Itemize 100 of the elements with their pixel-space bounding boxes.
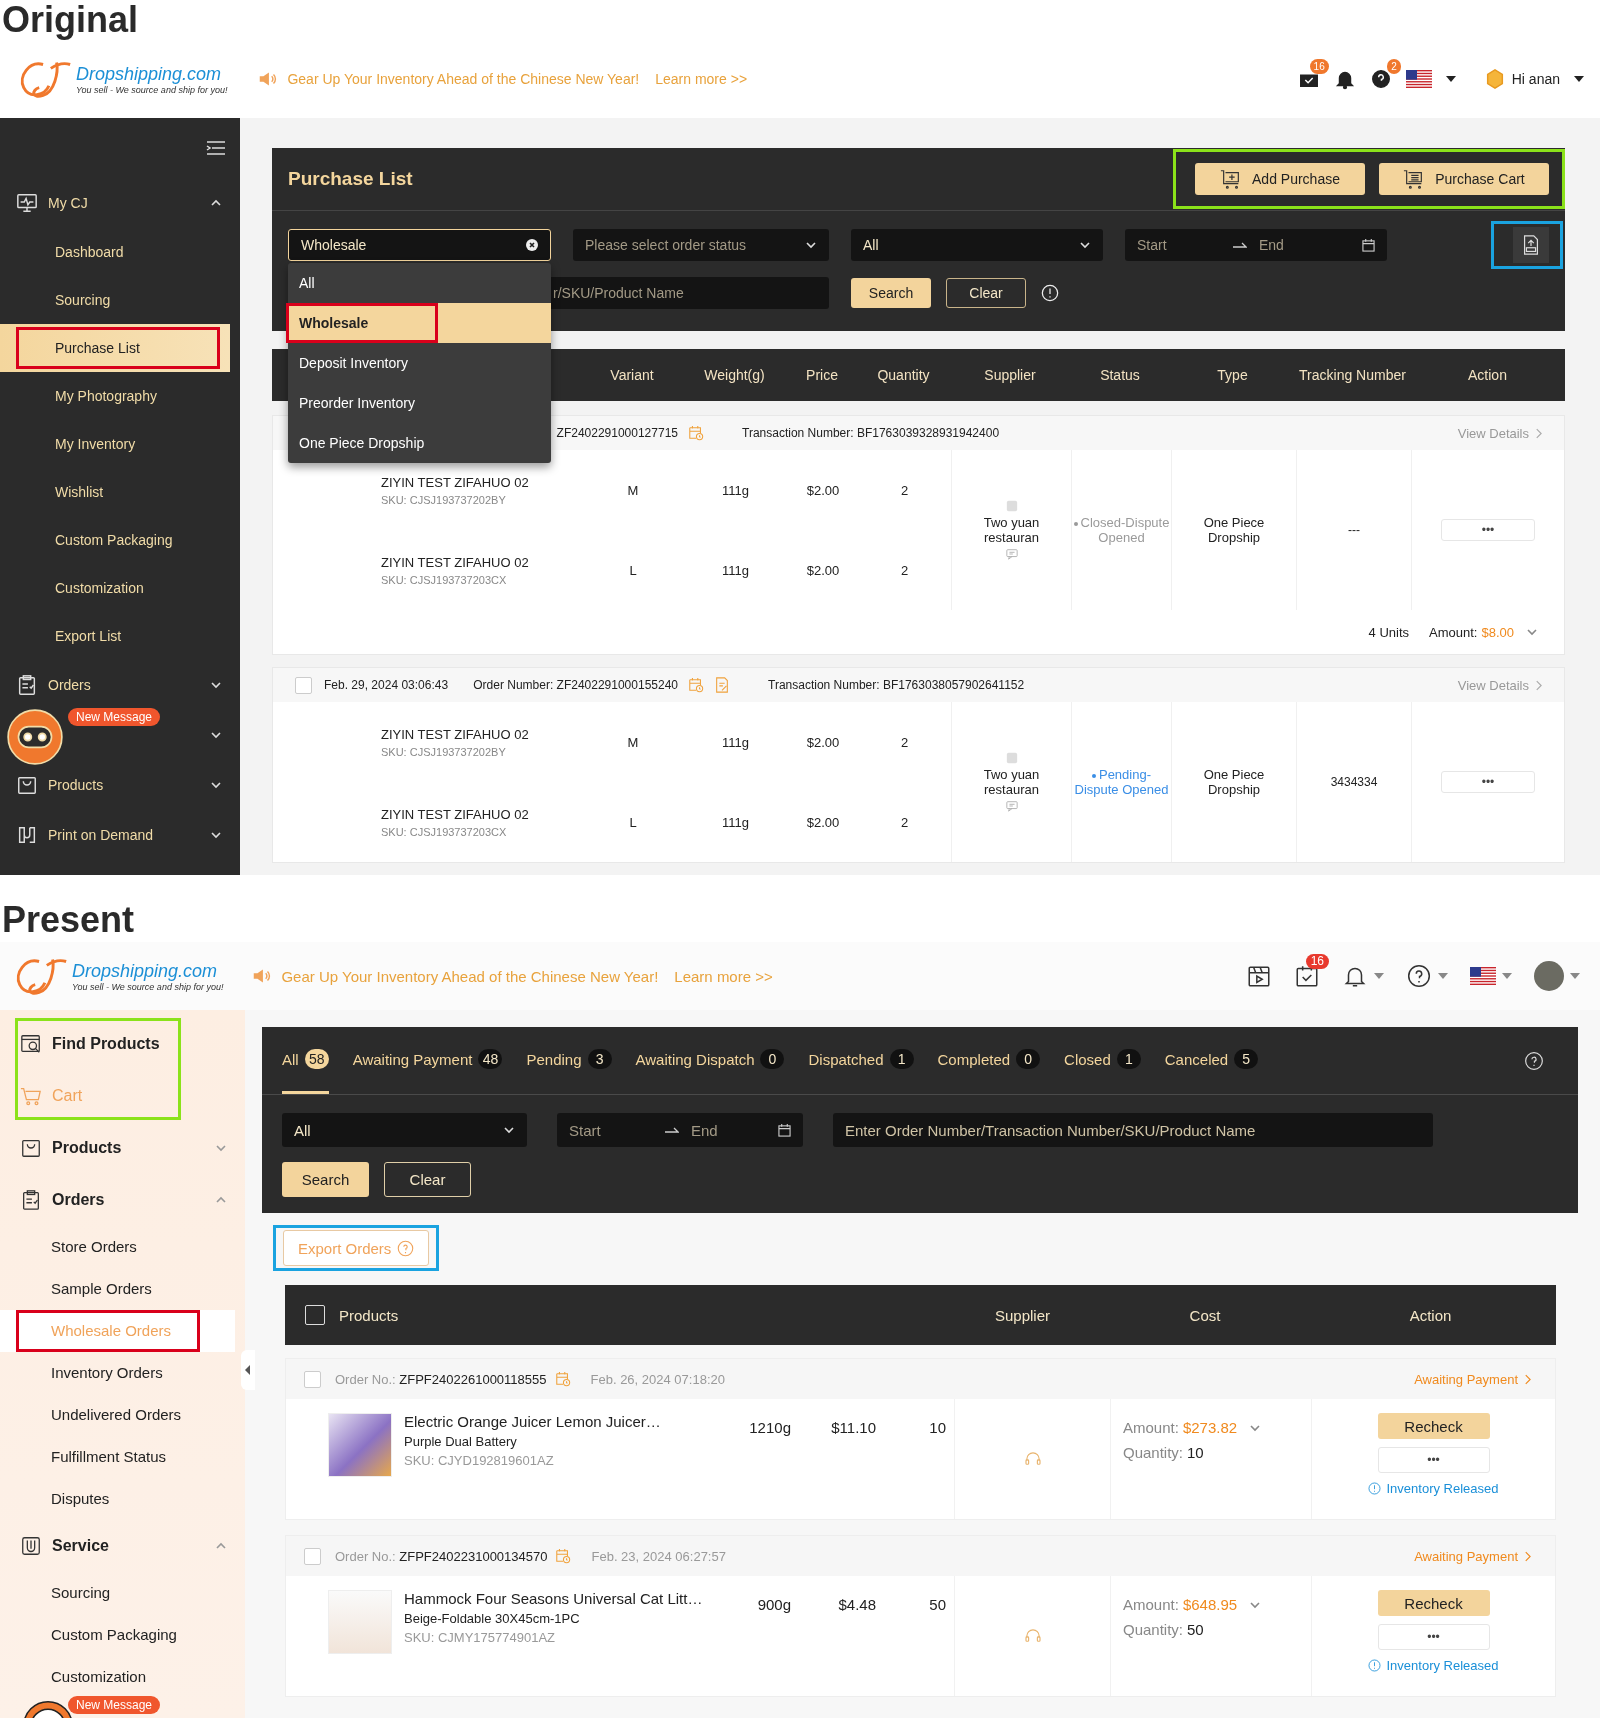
search-field[interactable]: Enter Order Number/Transaction Number/SKU/Product Name: [833, 1113, 1433, 1147]
sidebar-item[interactable]: Inventory Orders: [0, 1352, 235, 1394]
search-button[interactable]: Search: [851, 278, 931, 308]
dropdown-option[interactable]: Preorder Inventory: [288, 383, 551, 423]
sidebar-item[interactable]: Sourcing: [0, 1572, 235, 1614]
status-tab[interactable]: Completed 0: [937, 1027, 1041, 1094]
more-button[interactable]: •••: [1441, 519, 1535, 541]
chevron-right-icon: [1524, 1550, 1531, 1562]
clear-icon[interactable]: [526, 239, 538, 251]
checkbox[interactable]: [304, 1547, 321, 1565]
sidebar-item[interactable]: Sample Orders: [0, 1268, 235, 1310]
product-name: ZIYIN TEST ZIFAHUO 02: [381, 726, 530, 742]
help-icon[interactable]: [1406, 963, 1432, 989]
avatar[interactable]: [1534, 961, 1564, 991]
quantity-value: 50: [1187, 1621, 1204, 1638]
column-header: Quantity: [876, 367, 931, 383]
status-tab[interactable]: Pending 3: [526, 1027, 612, 1094]
sidebar-item[interactable]: My Photography: [0, 372, 230, 420]
status-tab[interactable]: Canceled 5: [1164, 1027, 1259, 1094]
sidebar-item[interactable]: Products: [0, 760, 240, 810]
sidebar-item[interactable]: Custom Packaging: [0, 1614, 235, 1656]
table-cell-text: 1210g: [748, 1418, 791, 1438]
status-tab[interactable]: Awaiting Dispatch 0: [635, 1027, 785, 1094]
announcement-text: Gear Up Your Inventory Ahead of the Chinese New Year!: [281, 967, 659, 985]
more-button[interactable]: •••: [1441, 771, 1535, 793]
status-tab[interactable]: Awaiting Payment 48: [352, 1027, 503, 1094]
more-button[interactable]: •••: [1377, 1447, 1490, 1473]
amount-value: $8.00: [1481, 624, 1514, 640]
info-icon[interactable]: [1041, 284, 1059, 302]
monitor-icon: [16, 192, 38, 214]
count-badge: 1: [889, 1049, 914, 1069]
clear-button[interactable]: Clear: [946, 278, 1026, 308]
sidebar-item[interactable]: Fulfillment Status: [0, 1436, 235, 1478]
search-icon: [20, 1033, 42, 1055]
sidebar-item[interactable]: Disputes: [0, 1478, 235, 1520]
collapse-handle[interactable]: [241, 1350, 255, 1390]
sidebar-item[interactable]: Print on Demand: [0, 810, 240, 860]
type-select[interactable]: Wholesale: [288, 229, 551, 261]
dropdown-option[interactable]: Wholesale: [288, 303, 551, 343]
sidebar-item[interactable]: My CJ: [0, 178, 240, 228]
product-sku: SKU: CJSJ193737203CX: [381, 573, 508, 586]
status-tab[interactable]: Closed 1: [1064, 1027, 1141, 1094]
sidebar-item[interactable]: Export List: [0, 612, 230, 660]
flag-icon[interactable]: [1405, 70, 1432, 88]
action-button[interactable]: Add Purchase: [1195, 163, 1365, 195]
recheck-button[interactable]: Recheck: [1377, 1590, 1490, 1616]
search-button[interactable]: Search: [282, 1162, 369, 1197]
help-icon[interactable]: [1369, 68, 1392, 90]
date-range-field[interactable]: Start End: [557, 1113, 803, 1147]
tracking-number: ---: [1348, 523, 1360, 537]
clear-button[interactable]: Clear: [384, 1162, 471, 1197]
table-cell-text: L: [628, 562, 638, 578]
product-variant: Beige-Foldable 30X45cm-1PC: [404, 1611, 581, 1626]
status-select[interactable]: Please select order status: [573, 229, 829, 261]
task-check-icon[interactable]: [1294, 963, 1320, 989]
sidebar-item[interactable]: Undelivered Orders: [0, 1394, 235, 1436]
sidebar-item[interactable]: Customization: [0, 564, 230, 612]
sidebar-item[interactable]: My Inventory: [0, 420, 230, 468]
menu-icon[interactable]: [206, 140, 226, 156]
filter-select[interactable]: All: [282, 1113, 527, 1147]
checkbox[interactable]: [305, 1305, 325, 1325]
sidebar-item[interactable]: Find Products: [0, 1018, 245, 1070]
info-icon: [1368, 1482, 1382, 1495]
clipboard-icon: [16, 674, 38, 696]
checkbox[interactable]: [295, 676, 312, 694]
column-header: Weight(g): [703, 367, 766, 383]
sidebar-item[interactable]: Orders: [0, 1174, 245, 1226]
status-tab[interactable]: All 58: [282, 1027, 329, 1094]
product-name: ZIYIN TEST ZIFAHUO 02: [381, 806, 530, 822]
sidebar-item[interactable]: Customization: [0, 1656, 235, 1698]
sidebar-item[interactable]: Orders: [0, 660, 240, 710]
sidebar-item[interactable]: Sourcing: [0, 276, 230, 324]
date-range-field[interactable]: Start End: [1125, 229, 1387, 261]
caret-icon[interactable]: [1445, 76, 1456, 82]
logo-text: Dropshipping.com: [76, 63, 223, 85]
sidebar-item[interactable]: Service: [0, 1520, 245, 1572]
sidebar-item[interactable]: Store Orders: [0, 1226, 235, 1268]
caret-icon[interactable]: [1574, 76, 1584, 82]
amount-value: $648.95: [1182, 1596, 1238, 1613]
recheck-button[interactable]: Recheck: [1377, 1413, 1490, 1439]
sidebar-item[interactable]: Products: [0, 1122, 245, 1174]
product-sku: SKU: CJSJ193737203CX: [381, 825, 508, 838]
checkbox[interactable]: [304, 1370, 321, 1388]
table-cell-text: 111g: [721, 814, 750, 830]
status-tab[interactable]: Dispatched 1: [808, 1027, 914, 1094]
sidebar-item[interactable]: Wishlist: [0, 468, 230, 516]
flag-icon[interactable]: [1470, 967, 1496, 985]
dropdown-option[interactable]: One Piece Dropship: [288, 423, 551, 463]
more-button[interactable]: •••: [1377, 1624, 1490, 1650]
user-greeting[interactable]: Hi anan: [1511, 71, 1560, 87]
excel-export-button[interactable]: [1513, 227, 1549, 263]
sidebar-item[interactable]: Dashboard: [0, 228, 230, 276]
column-header: Action: [1467, 367, 1508, 383]
action-button[interactable]: Purchase Cart: [1379, 163, 1549, 195]
quantity-label: Quantity:: [1123, 1621, 1184, 1638]
table-cell-text: 2: [899, 814, 910, 830]
sidebar-item[interactable]: Custom Packaging: [0, 516, 230, 564]
dropdown-option[interactable]: Deposit Inventory: [288, 343, 551, 383]
category-select[interactable]: All: [851, 229, 1103, 261]
count-badge: 0: [1016, 1049, 1041, 1069]
